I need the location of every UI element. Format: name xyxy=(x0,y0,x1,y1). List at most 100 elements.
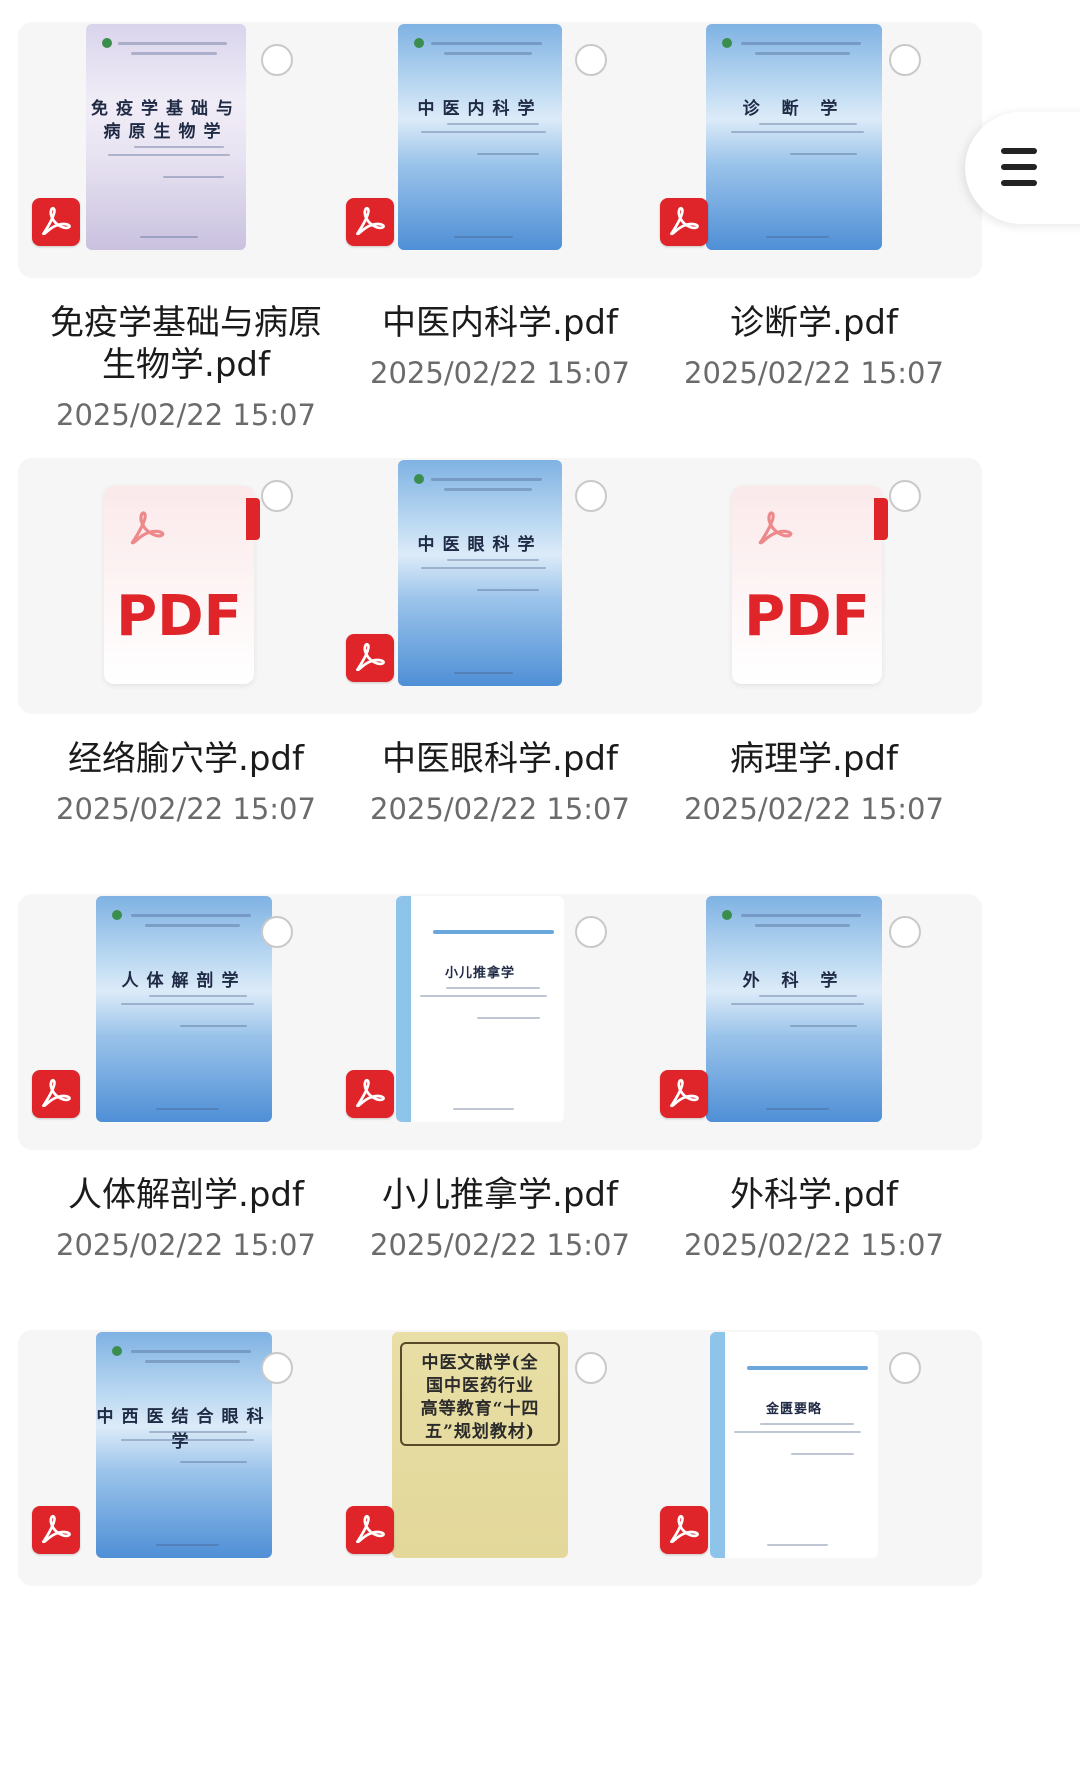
cover-title-text: 小儿推拿学 xyxy=(444,966,515,981)
cover-subtitle-line xyxy=(120,1003,255,1005)
file-name: 经络腧穴学.pdf xyxy=(18,738,354,780)
file-name-line: 中医眼科学.pdf xyxy=(382,739,618,779)
select-circle-icon[interactable] xyxy=(889,1352,921,1384)
cover-publisher-line xyxy=(155,1544,220,1546)
select-circle-icon[interactable] xyxy=(889,480,921,512)
cover-editor-line xyxy=(790,153,858,155)
cover-title-text: 人体解剖学 xyxy=(121,971,247,991)
pdf-acrobat-icon xyxy=(32,198,80,246)
cover-header-line xyxy=(145,1360,241,1363)
publisher-logo-icon xyxy=(102,38,112,48)
pdf-placeholder-thumbnail: PDF xyxy=(104,486,260,684)
publisher-logo-icon xyxy=(414,474,424,484)
select-circle-icon[interactable] xyxy=(575,1352,607,1384)
cover-subtitle-line xyxy=(758,995,858,997)
cover-title-text: 中医内科学 xyxy=(417,99,543,119)
file-name: 免疫学基础与病原 生物学.pdf xyxy=(18,302,354,386)
file-name-line: 小儿推拿学.pdf xyxy=(382,1175,618,1215)
pdf-acrobat-icon xyxy=(660,198,708,246)
select-circle-icon[interactable] xyxy=(261,480,293,512)
file-date: 2025/02/22 15:07 xyxy=(56,792,316,826)
cover-subtitle-line xyxy=(148,1431,248,1433)
file-date: 2025/02/22 15:07 xyxy=(370,1228,630,1262)
book-cover-thumbnail: 中西医结合眼科学 xyxy=(96,1332,272,1558)
select-circle-icon[interactable] xyxy=(889,44,921,76)
file-thumbnail[interactable]: 人体解剖学 xyxy=(18,894,354,1150)
cover-header-line xyxy=(430,478,543,481)
publisher-logo-icon xyxy=(722,38,732,48)
cover-title-text: 金匮要略 xyxy=(765,1402,822,1417)
publisher-logo-icon xyxy=(112,910,122,920)
cover-header-line xyxy=(741,914,861,917)
file-date: 2025/02/22 15:07 xyxy=(56,1228,316,1262)
file-name-line: 病理学.pdf xyxy=(730,739,898,779)
select-circle-icon[interactable] xyxy=(575,480,607,512)
pdf-acrobat-icon xyxy=(346,1506,394,1554)
publisher-logo-icon xyxy=(112,1346,122,1356)
select-circle-icon[interactable] xyxy=(261,44,293,76)
cover-subtitle-line xyxy=(108,154,230,156)
cover-subtitle-line xyxy=(446,987,541,989)
acrobat-icon xyxy=(126,508,168,550)
menu-button[interactable] xyxy=(965,112,1080,224)
cover-publisher-line xyxy=(453,672,513,674)
file-thumbnail[interactable]: 中医内科学 xyxy=(332,22,668,278)
file-name-line: 人体解剖学.pdf xyxy=(68,1175,304,1215)
pdf-acrobat-icon xyxy=(32,1070,80,1118)
pdf-corner-tab xyxy=(246,498,260,540)
file-thumbnail[interactable]: 金匮要略 xyxy=(646,1330,982,1586)
file-date: 2025/02/22 15:07 xyxy=(370,792,630,826)
file-thumbnail[interactable]: 外 科 学 xyxy=(646,894,982,1150)
book-cover-thumbnail: 金匮要略 xyxy=(710,1332,878,1558)
book-cover-thumbnail: 小儿推拿学 xyxy=(396,896,564,1122)
file-thumbnail[interactable]: PDF xyxy=(18,458,354,714)
file-name: 小儿推拿学.pdf xyxy=(332,1174,668,1216)
select-circle-icon[interactable] xyxy=(575,44,607,76)
file-thumbnail[interactable]: 小儿推拿学 xyxy=(332,894,668,1150)
menu-icon-bar xyxy=(1001,164,1037,170)
cover-publisher-line xyxy=(765,1108,830,1110)
pdf-corner-tab xyxy=(874,498,888,540)
file-date: 2025/02/22 15:07 xyxy=(684,356,944,390)
file-thumbnail[interactable]: 诊 断 学 xyxy=(646,22,982,278)
select-circle-icon[interactable] xyxy=(575,916,607,948)
select-circle-icon[interactable] xyxy=(261,1352,293,1384)
select-circle-icon[interactable] xyxy=(889,916,921,948)
pdf-acrobat-icon xyxy=(32,1506,80,1554)
cover-header-line xyxy=(118,42,227,45)
select-circle-icon[interactable] xyxy=(261,916,293,948)
file-name: 中医内科学.pdf xyxy=(332,302,668,344)
pdf-acrobat-icon xyxy=(346,198,394,246)
cover-subtitle-line xyxy=(730,131,865,133)
cover-header-line xyxy=(131,1350,251,1353)
publisher-logo-icon xyxy=(722,910,732,920)
cover-header-line xyxy=(755,52,851,55)
cover-header-line xyxy=(755,924,851,927)
file-date: 2025/02/22 15:07 xyxy=(684,792,944,826)
file-date: 2025/02/22 15:07 xyxy=(56,398,316,432)
cover-subtitle-line xyxy=(733,1431,862,1433)
cover-subtitle-line xyxy=(420,131,546,133)
file-thumbnail[interactable]: 免疫学基础与 病原生物学 xyxy=(18,22,354,278)
file-thumbnail[interactable]: PDF xyxy=(646,458,982,714)
file-date: 2025/02/22 15:07 xyxy=(370,356,630,390)
cover-title-text: 免疫学基础与 xyxy=(91,99,241,119)
cover-title-text: 中医文献学(全 xyxy=(421,1353,539,1373)
file-thumbnail[interactable]: 中西医结合眼科学 xyxy=(18,1330,354,1586)
publisher-logo-icon xyxy=(414,38,424,48)
file-name-line: 诊断学.pdf xyxy=(730,303,898,343)
file-name: 中医眼科学.pdf xyxy=(332,738,668,780)
cover-header-line xyxy=(131,914,251,917)
file-name-line: 免疫学基础与病原 xyxy=(50,303,322,343)
cover-publisher-line xyxy=(767,1544,828,1546)
book-cover-thumbnail: 免疫学基础与 病原生物学 xyxy=(86,24,246,250)
file-thumbnail[interactable]: 中医眼科学 xyxy=(332,458,668,714)
cover-header-line xyxy=(145,924,241,927)
pdf-acrobat-icon xyxy=(660,1070,708,1118)
book-cover-thumbnail: 外 科 学 xyxy=(706,896,882,1122)
book-cover-thumbnail: 中医内科学 xyxy=(398,24,562,250)
file-thumbnail[interactable]: 中医文献学(全 国中医药行业 高等教育“十四 五”规划教材) xyxy=(332,1330,668,1586)
cover-title-text: 国中医药行业 xyxy=(426,1376,534,1396)
cover-editor-line xyxy=(180,1025,248,1027)
cover-editor-line xyxy=(790,1025,858,1027)
